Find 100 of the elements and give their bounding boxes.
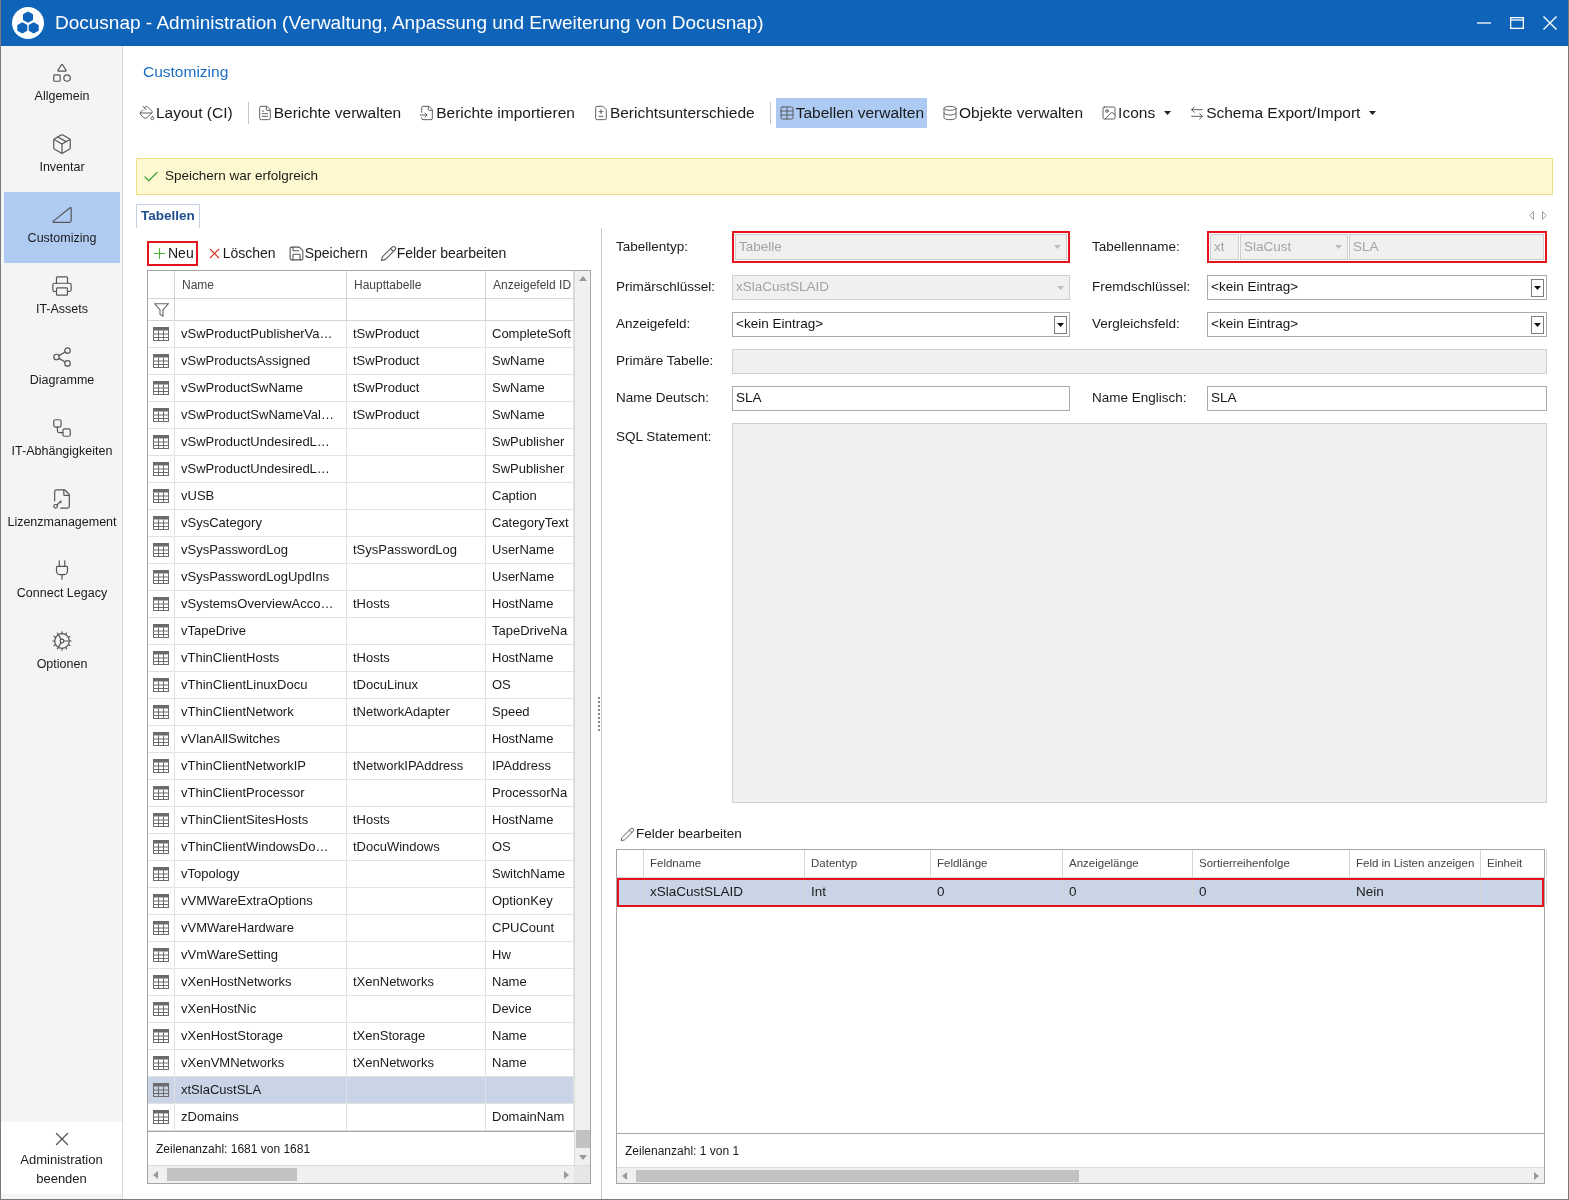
dropdown-button[interactable] — [1531, 315, 1544, 334]
table-icon — [153, 489, 169, 503]
scroll-right-icon[interactable] — [1542, 211, 1547, 220]
toolbar-button[interactable]: Objekte verwalten — [939, 98, 1087, 128]
toolbar-button[interactable]: Löschen — [201, 241, 280, 266]
toolbar-button[interactable]: Tabellen verwalten — [775, 98, 928, 128]
table-cell-text: vUSB — [181, 487, 215, 506]
table-row[interactable]: vSwProductPublisherVa… tSwProduct CompleteSoft — [148, 321, 574, 348]
table-row[interactable]: vXenHostNic Device — [148, 996, 574, 1023]
text-field[interactable]: SLA — [732, 386, 1070, 411]
scroll-left-icon[interactable] — [152, 1169, 159, 1180]
table-cell-text: 0 — [1199, 883, 1207, 902]
dropdown-button[interactable] — [1054, 315, 1067, 334]
column-header[interactable]: Einheit — [1487, 854, 1523, 873]
edit-fields-button[interactable]: Felder bearbeiten — [616, 823, 742, 845]
scroll-up-icon[interactable] — [577, 275, 588, 282]
sidebar-item[interactable]: IT-Assets — [4, 263, 120, 334]
toolbar-button[interactable]: Neu — [147, 241, 198, 266]
toolbar-button[interactable]: Felder bearbeiten — [375, 241, 511, 266]
column-header[interactable]: Anzeigefeld ID — [493, 275, 572, 294]
dropdown-button[interactable] — [1531, 278, 1544, 297]
table-row[interactable]: vVmWareSetting Hw — [148, 942, 574, 969]
table-row[interactable]: vSwProductsAssigned tSwProduct SwName — [148, 348, 574, 375]
table-row[interactable]: vVMWareExtraOptions OptionKey — [148, 888, 574, 915]
table-row[interactable]: xtSlaCustSLA — [148, 1077, 574, 1104]
sidebar-item[interactable]: Connect Legacy — [4, 547, 120, 618]
table-row[interactable]: vSysCategory CategoryText — [148, 510, 574, 537]
toolbar-button[interactable]: Berichtsunterschiede — [589, 98, 758, 128]
sidebar-item[interactable]: Optionen — [4, 618, 120, 689]
scroll-left-icon[interactable] — [1529, 211, 1534, 220]
dropdown-field[interactable]: <kein Eintrag> — [732, 312, 1070, 337]
horizontal-scrollbar[interactable] — [148, 1166, 574, 1183]
table-row[interactable]: vSwProductSwNameVal… tSwProduct SwName — [148, 402, 574, 429]
table-row[interactable]: vThinClientProcessor ProcessorNa — [148, 780, 574, 807]
toolbar-button[interactable]: Schema Export/Import — [1186, 98, 1380, 128]
table-icon — [153, 381, 169, 395]
table-cell-text: Name — [492, 1027, 527, 1046]
caret-icon — [1057, 285, 1064, 290]
table-row[interactable]: vSwProductUndesiredL… SwPublisher — [148, 456, 574, 483]
sidebar-item[interactable]: Customizing — [4, 192, 120, 263]
scroll-right-icon[interactable] — [563, 1169, 570, 1180]
dropdown-field[interactable]: <kein Eintrag> — [1207, 275, 1547, 300]
table-row[interactable]: vThinClientHosts tHosts HostName — [148, 645, 574, 672]
table-row[interactable]: vSwProductSwName tSwProduct SwName — [148, 375, 574, 402]
table-row[interactable]: vThinClientNetworkIP tNetworkIPAddress IPAddress — [148, 753, 574, 780]
table-row[interactable]: vSysPasswordLogUpdIns UserName — [148, 564, 574, 591]
table-row[interactable]: vTopology SwitchName — [148, 861, 574, 888]
table-row[interactable]: vThinClientWindowsDo… tDocuWindows OS — [148, 834, 574, 861]
table-row[interactable]: vXenVMNetworks tXenNetworks Name — [148, 1050, 574, 1077]
exit-button[interactable]: Administration beenden — [1, 1122, 122, 1194]
plus-icon — [151, 245, 168, 262]
sidebar-item[interactable]: Allgemein — [4, 50, 120, 121]
table-row[interactable]: xSlaCustSLAID Int 0 0 0 Nein — [617, 878, 1544, 907]
scrollbar-thumb[interactable] — [167, 1168, 297, 1181]
table-row[interactable]: vThinClientNetwork tNetworkAdapter Speed — [148, 699, 574, 726]
column-header[interactable]: Datentyp — [811, 854, 858, 873]
toolbar-button[interactable]: Icons — [1098, 98, 1175, 128]
table-row[interactable]: vThinClientSitesHosts tHosts HostName — [148, 807, 574, 834]
column-header[interactable]: Feld in Listen anzeigen — [1356, 854, 1475, 873]
column-header[interactable]: Name — [182, 275, 214, 294]
table-row[interactable]: vSystemsOverviewAcco… tHosts HostName — [148, 591, 574, 618]
horizontal-scrollbar[interactable] — [617, 1167, 1544, 1183]
sidebar-item[interactable]: Lizenzmanagement — [4, 476, 120, 547]
sidebar-item[interactable]: Inventar — [4, 121, 120, 192]
sidebar-item[interactable]: IT-Abhängigkeiten — [4, 405, 120, 476]
toolbar-button[interactable]: Layout (CI) — [136, 98, 236, 128]
column-header[interactable]: Anzeigelänge — [1069, 854, 1139, 873]
sidebar-item[interactable]: Diagramme — [4, 334, 120, 405]
column-header[interactable]: Feldname — [650, 854, 702, 873]
toolbar-button[interactable]: Berichte importieren — [416, 98, 578, 128]
table-cell-text: OptionKey — [492, 892, 553, 911]
table-row[interactable]: vThinClientLinuxDocu tDocuLinux OS — [148, 672, 574, 699]
table-row[interactable]: vUSB Caption — [148, 483, 574, 510]
table-cell-text: UserName — [492, 568, 555, 587]
column-header[interactable]: Haupttabelle — [354, 275, 422, 294]
dropdown-field[interactable]: <kein Eintrag> — [1207, 312, 1547, 337]
toolbar-button[interactable]: Speichern — [283, 241, 372, 266]
scroll-right-icon[interactable] — [1533, 1170, 1540, 1181]
column-header[interactable]: Feldlänge — [937, 854, 988, 873]
tab[interactable]: Tabellen — [136, 204, 200, 228]
table-icon — [153, 354, 169, 368]
table-cell-text: Int — [811, 883, 826, 902]
scroll-down-icon[interactable] — [577, 1154, 588, 1161]
table-row[interactable]: vVlanAllSwitches HostName — [148, 726, 574, 753]
pencil-icon — [379, 245, 397, 262]
column-header[interactable]: Sortierreihenfolge — [1199, 854, 1290, 873]
scrollbar-thumb[interactable] — [575, 1130, 590, 1148]
text-field[interactable]: SLA — [1207, 386, 1547, 411]
toolbar-button[interactable]: Berichte verwalten — [253, 98, 405, 128]
table-row[interactable]: zDomains DomainNam — [148, 1104, 574, 1131]
table-row[interactable]: vXenHostNetworks tXenNetworks Name — [148, 969, 574, 996]
vertical-scrollbar[interactable] — [574, 271, 590, 1165]
scroll-left-icon[interactable] — [621, 1170, 628, 1181]
table-row[interactable]: vVMWareHardware CPUCount — [148, 915, 574, 942]
scrollbar-thumb[interactable] — [636, 1169, 1079, 1182]
table-row[interactable]: vTapeDrive TapeDriveNa — [148, 618, 574, 645]
table-row[interactable]: vSysPasswordLog tSysPasswordLog UserName — [148, 537, 574, 564]
table-cell-text: OS — [492, 838, 511, 857]
table-row[interactable]: vSwProductUndesiredL… SwPublisher — [148, 429, 574, 456]
table-row[interactable]: vXenHostStorage tXenStorage Name — [148, 1023, 574, 1050]
